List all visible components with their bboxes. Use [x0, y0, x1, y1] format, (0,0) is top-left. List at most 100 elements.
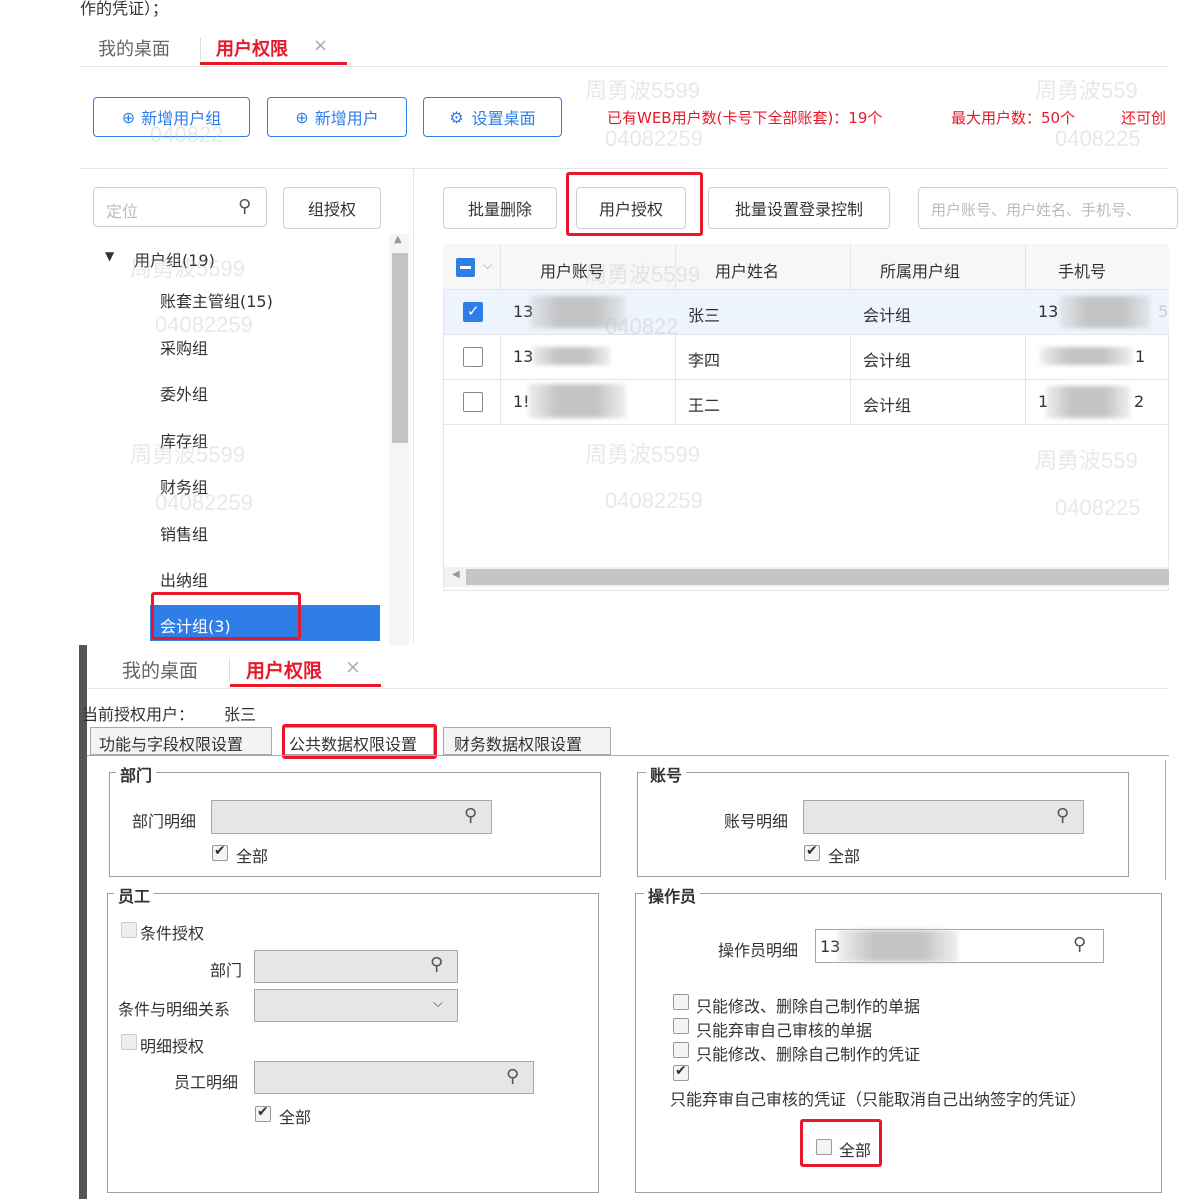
- tree-root[interactable]: 用户组(19): [134, 247, 215, 271]
- tree-item-group[interactable]: 委外组: [160, 381, 208, 405]
- add-user-group-button[interactable]: ⊕ 新增用户组: [93, 97, 250, 137]
- chevron-down-icon[interactable]: ⌵: [483, 258, 492, 273]
- only-own-audit-vouchers-checkbox[interactable]: [673, 1063, 689, 1081]
- tree-item-group[interactable]: 财务组: [160, 474, 208, 498]
- batch-login-control-button[interactable]: 批量设置登录控制: [708, 187, 890, 229]
- tab-bar-divider: [79, 66, 1169, 67]
- table-h-scrollbar-thumb[interactable]: [466, 569, 1169, 585]
- redacted-blur: [1060, 296, 1150, 328]
- tab-my-desk[interactable]: 我的桌面: [122, 656, 198, 683]
- row-checkbox[interactable]: [463, 302, 483, 322]
- only-own-vouchers-checkbox[interactable]: [673, 1042, 689, 1058]
- subtab-function[interactable]: 功能与字段权限设置: [90, 727, 272, 755]
- tab-my-desk[interactable]: 我的桌面: [98, 35, 170, 61]
- plus-circle-icon: ⊕: [121, 107, 136, 127]
- max-users-count: 最大用户数：50个: [951, 109, 1076, 127]
- set-desktop-button[interactable]: ⚙ 设置桌面: [423, 97, 562, 137]
- detail-auth-label: 明细授权: [140, 1037, 205, 1056]
- user-search-placeholder: 用户账号、用户姓名、手机号、: [931, 201, 1142, 219]
- row-checkbox[interactable]: [463, 392, 483, 412]
- condition-auth-checkbox[interactable]: [121, 922, 137, 938]
- highlight-accounting-group: [151, 592, 301, 640]
- column-header-name[interactable]: 用户姓名: [715, 258, 779, 282]
- only-own-audit-docs-checkbox[interactable]: [673, 1018, 689, 1034]
- right-border-edge: [1165, 760, 1166, 880]
- account-detail-input[interactable]: [803, 800, 1084, 834]
- web-users-count: 已有WEB用户数(卡号下全部账套)：19个: [607, 109, 883, 127]
- tab-close-icon[interactable]: ×: [313, 35, 328, 56]
- tab-user-permission[interactable]: 用户权限: [246, 656, 322, 683]
- account-all-checkbox[interactable]: [804, 843, 820, 861]
- redacted-blur: [528, 384, 626, 418]
- only-own-audit-docs-label: 只能弃审自己审核的单据: [696, 1021, 873, 1040]
- tree-item-group[interactable]: 出纳组: [160, 567, 208, 591]
- dept-detail-input[interactable]: [211, 800, 492, 834]
- column-header-phone[interactable]: 手机号: [1058, 258, 1106, 282]
- row-checkbox[interactable]: [463, 347, 483, 367]
- emp-dept-input[interactable]: [254, 950, 458, 983]
- tab-bar-divider: [87, 688, 1169, 689]
- dept-all-label: 全部: [236, 847, 269, 866]
- scroll-left-icon[interactable]: ◀: [452, 569, 460, 580]
- only-own-vouchers-label: 只能修改、删除自己制作的凭证: [696, 1045, 921, 1064]
- dept-all-checkbox[interactable]: [212, 843, 228, 861]
- highlight-operator-all: [800, 1119, 882, 1167]
- current-user-value: 张三: [224, 705, 257, 724]
- cell-group: 会计组: [863, 351, 912, 370]
- relation-label: 条件与明细关系: [118, 1000, 231, 1019]
- employee-group-title: 员工: [114, 883, 155, 907]
- lookup-icon[interactable]: ⚲: [1056, 805, 1069, 826]
- cell-phone-tail: 5: [1158, 302, 1169, 321]
- tab-user-permission[interactable]: 用户权限: [216, 35, 288, 61]
- current-user-label: 当前授权用户：: [82, 705, 195, 724]
- lookup-icon[interactable]: ⚲: [506, 1066, 519, 1087]
- select-all-checkbox[interactable]: [456, 258, 475, 277]
- redacted-blur: [532, 347, 610, 365]
- cell-name: 王二: [688, 396, 721, 415]
- column-header-group[interactable]: 所属用户组: [880, 258, 960, 282]
- left-dark-edge: [79, 645, 87, 1199]
- toolbar-divider: [79, 168, 1169, 169]
- detail-auth-checkbox[interactable]: [121, 1034, 137, 1050]
- column-header-account[interactable]: 用户账号: [540, 258, 604, 282]
- highlight-user-auth: [566, 172, 703, 236]
- tree-item-group[interactable]: 库存组: [160, 428, 208, 452]
- tree-item-group[interactable]: 销售组: [160, 521, 208, 545]
- tree-item-group[interactable]: 账套主管组(15): [160, 288, 273, 312]
- gear-icon: ⚙: [449, 107, 464, 127]
- group-auth-button[interactable]: 组授权: [283, 187, 381, 229]
- remaining-users-text: 还可创: [1121, 109, 1167, 127]
- emp-detail-label: 员工明细: [174, 1073, 239, 1092]
- lookup-icon[interactable]: ⚲: [1073, 934, 1086, 955]
- tab-close-icon[interactable]: ×: [345, 656, 361, 678]
- emp-dept-label: 部门: [210, 961, 243, 980]
- locate-placeholder: 定位: [106, 202, 139, 221]
- emp-all-checkbox[interactable]: [255, 1104, 271, 1122]
- relation-select[interactable]: [254, 989, 458, 1022]
- condition-auth-label: 条件授权: [140, 924, 205, 943]
- emp-detail-input[interactable]: [254, 1061, 534, 1094]
- user-search-input[interactable]: 用户账号、用户姓名、手机号、: [918, 187, 1178, 229]
- lookup-icon[interactable]: ⚲: [464, 805, 477, 826]
- locate-input[interactable]: 定位 ⚲: [93, 187, 267, 227]
- lookup-icon[interactable]: ⚲: [430, 954, 443, 975]
- cell-account: 13: [513, 347, 534, 366]
- batch-delete-button[interactable]: 批量删除: [443, 187, 557, 229]
- add-user-button[interactable]: ⊕ 新增用户: [267, 97, 407, 137]
- tree-expand-icon[interactable]: ▼: [105, 249, 114, 263]
- cell-name: 李四: [688, 351, 721, 370]
- only-own-audit-vouchers-label: 只能弃审自己审核的凭证（只能取消自己出纳签字的凭证）: [670, 1090, 1087, 1109]
- scroll-up-icon[interactable]: ▲: [394, 234, 402, 245]
- account-detail-label: 账号明细: [724, 812, 789, 831]
- search-icon[interactable]: ⚲: [238, 196, 251, 217]
- panel-divider: [413, 168, 414, 645]
- subtab-finance-data[interactable]: 财务数据权限设置: [443, 727, 611, 755]
- chevron-down-icon[interactable]: ⌵: [433, 996, 443, 1011]
- cell-group: 会计组: [863, 396, 912, 415]
- redacted-blur: [1046, 386, 1130, 418]
- tree-item-group[interactable]: 采购组: [160, 335, 208, 359]
- only-own-docs-checkbox[interactable]: [673, 994, 689, 1010]
- cell-phone-tail: 1: [1135, 347, 1146, 366]
- tree-scrollbar-thumb[interactable]: [392, 253, 408, 443]
- cell-phone-tail: 2: [1134, 392, 1145, 411]
